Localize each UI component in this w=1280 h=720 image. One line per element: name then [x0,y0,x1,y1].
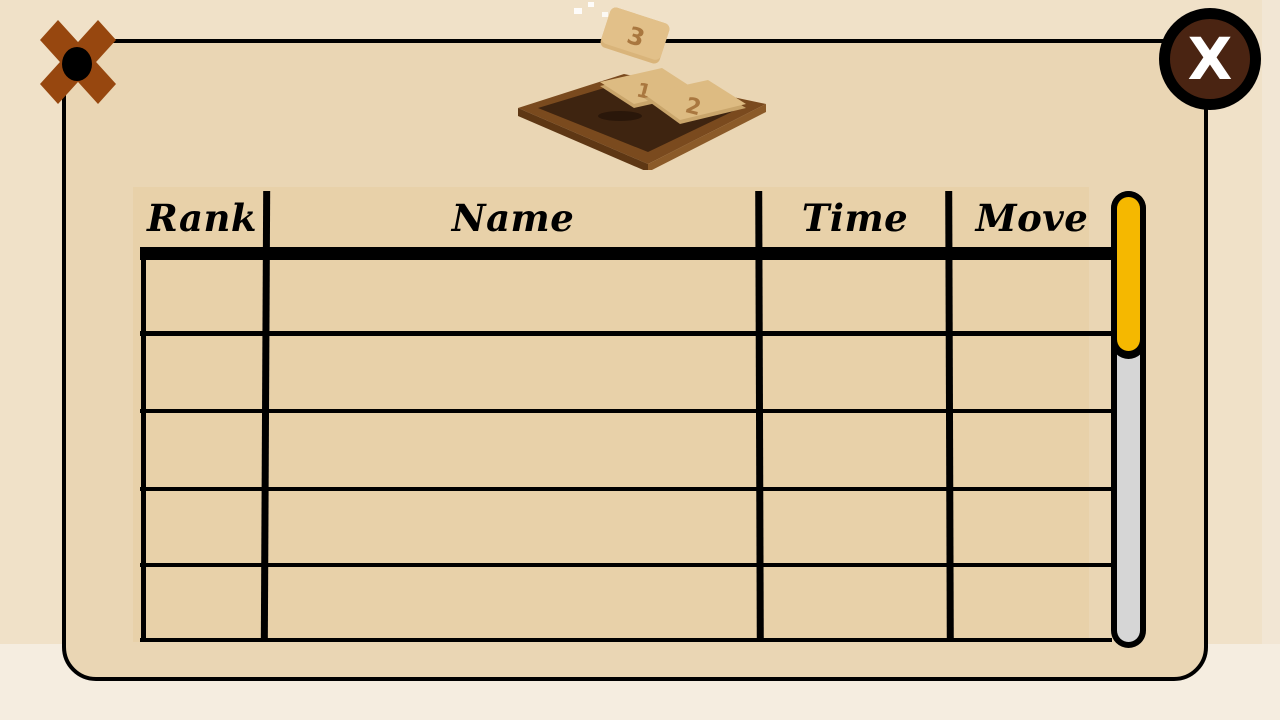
header-separator [140,247,1112,260]
table-row-5-move [954,568,1110,637]
background-strip-right [1262,0,1280,644]
table-row-5-name [270,568,756,637]
table-row-1-time [764,262,946,330]
row-separator [140,331,1112,336]
table-row-2-move [954,337,1110,407]
table-row-4-move [954,492,1110,562]
table-row-3-name [270,414,756,486]
table-row-4-name [270,492,756,562]
table-row-2-time [764,337,946,407]
row-separator [140,487,1112,491]
table-row-3-rank [146,414,262,486]
close-button[interactable]: X [1159,8,1261,110]
table-bottom-border [140,638,1112,642]
table-row-1-rank [146,262,262,330]
table-row-2-name [270,337,756,407]
column-header-name: Name [451,196,575,240]
table-row-1-name [270,262,756,330]
column-header-move: Move [975,196,1089,240]
column-header-rank: Rank [146,196,258,240]
table-row-1-move [954,262,1110,330]
table-row-3-time [764,414,946,486]
row-separator [140,409,1112,413]
scrollbar-thumb[interactable] [1111,191,1146,359]
column-header-time: Time [801,196,909,240]
row-separator [140,563,1112,567]
table-row-4-rank [146,492,262,562]
puzzle-board-logo: 3 1 2 [518,2,766,170]
table-row-4-time [764,492,946,562]
table-row-5-rank [146,568,262,637]
scrollbar-thumb-fill [1117,197,1140,351]
close-x-icon: X [1170,19,1250,99]
table-row-5-time [764,568,946,637]
corner-x-decoration-icon [40,20,116,104]
table-row-2-rank [146,337,262,407]
table-row-3-move [954,414,1110,486]
